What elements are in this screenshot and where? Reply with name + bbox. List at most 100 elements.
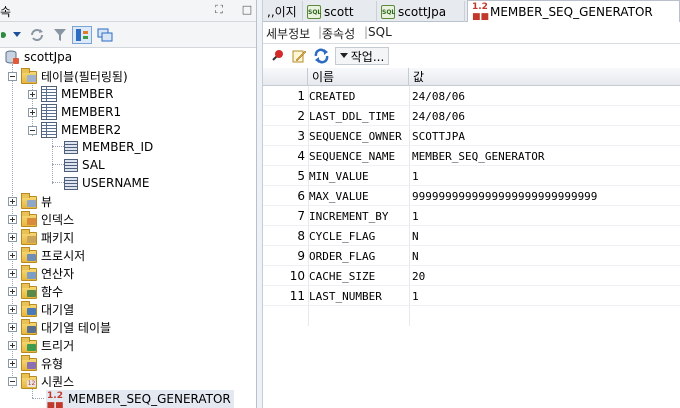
table-row[interactable]: 1 CREATED 24/08/06	[263, 86, 680, 106]
type-folder-icon	[21, 354, 37, 371]
expand-icon[interactable]	[28, 89, 37, 99]
table-row[interactable]: 2 LAST_DDL_TIME 24/08/06	[263, 106, 680, 126]
dropdown-arrow-icon	[339, 53, 348, 58]
table-row[interactable]: 9 ORDER_FLAG N	[263, 246, 680, 266]
table-row[interactable]: 8 CYCLE_FLAG N	[263, 226, 680, 246]
tree-folder-operators[interactable]: 연산자	[8, 264, 74, 282]
tab-previous[interactable]: ,,이지	[263, 1, 303, 22]
schema-browser-icon[interactable]	[72, 26, 92, 44]
function-folder-icon	[21, 282, 37, 299]
tab-member-seq-generator[interactable]: 1.2 ■■ MEMBER_SEQ_GENERATOR	[467, 0, 680, 23]
refresh-icon[interactable]	[28, 26, 46, 44]
property-name: MAX_VALUE	[309, 190, 369, 203]
tab-label: scott	[324, 4, 354, 19]
expand-icon[interactable]	[8, 268, 17, 278]
expand-icon[interactable]	[8, 286, 17, 296]
property-value[interactable]: SCOTTJPA	[412, 130, 465, 143]
property-value[interactable]: N	[412, 250, 419, 263]
tree-table-member2[interactable]: MEMBER2	[28, 121, 121, 139]
folder-label: 대기열	[41, 302, 75, 317]
grid-header-value[interactable]: 값	[409, 68, 680, 86]
subtab-details[interactable]: 세부정보	[266, 25, 310, 42]
column-label: SAL	[82, 158, 105, 172]
minimize-icon[interactable]: ⛶	[212, 3, 226, 17]
pin-icon[interactable]	[268, 47, 286, 65]
tab-scottjpa[interactable]: SQL scottJpa	[377, 1, 465, 22]
folder-label: 뷰	[41, 194, 53, 209]
refresh-icon[interactable]	[312, 47, 332, 65]
expand-icon[interactable]	[8, 358, 17, 368]
expand-icon[interactable]	[8, 250, 17, 260]
table-row[interactable]: 4 SEQUENCE_NAME MEMBER_SEQ_GENERATOR	[263, 146, 680, 166]
grid-header-name[interactable]: 이름	[308, 68, 409, 86]
restore-icon[interactable]: □	[240, 3, 254, 17]
tree-folder-indexes[interactable]: 인덱스	[8, 210, 74, 228]
tree-folder-types[interactable]: 유형	[8, 354, 63, 372]
table-row[interactable]: 3 SEQUENCE_OWNER SCOTTJPA	[263, 126, 680, 146]
collapse-icon[interactable]	[8, 376, 17, 386]
table-icon	[41, 122, 57, 138]
property-value[interactable]: 24/08/06	[412, 110, 465, 123]
expand-icon[interactable]	[8, 232, 17, 242]
tree-folder-triggers[interactable]: 트리거	[8, 336, 74, 354]
property-value[interactable]: 20	[412, 270, 425, 283]
property-value[interactable]: N	[412, 230, 419, 243]
tree-column[interactable]: USERNAME	[60, 174, 149, 192]
property-value[interactable]: 24/08/06	[412, 90, 465, 103]
sequence-icon: 1.2 ■■	[46, 391, 64, 408]
tree-folder-functions[interactable]: 함수	[8, 282, 63, 300]
tree-folder-procedures[interactable]: 프로시저	[8, 246, 85, 264]
tree-column[interactable]: SAL	[60, 156, 105, 174]
collapse-icon[interactable]	[28, 125, 37, 135]
table-row[interactable]: 7 INCREMENT_BY 1	[263, 206, 680, 226]
filter-icon[interactable]	[51, 26, 69, 44]
expand-icon[interactable]	[8, 340, 17, 350]
tree-column[interactable]: MEMBER_ID	[60, 138, 153, 156]
tree-folder-views[interactable]: 뷰	[8, 192, 52, 210]
new-connection-icon[interactable]	[0, 26, 10, 44]
expand-icon[interactable]	[8, 214, 17, 224]
tree-folder-queue-tables[interactable]: 대기열 테이블	[8, 318, 111, 336]
tab-scott[interactable]: SQL scott	[303, 1, 377, 22]
table-row[interactable]: 10 CACHE_SIZE 20	[263, 266, 680, 286]
tree-folder-queues[interactable]: 대기열	[8, 300, 74, 318]
property-value[interactable]: 1	[412, 170, 419, 183]
property-value[interactable]: 1	[412, 290, 419, 303]
edit-icon[interactable]	[290, 47, 308, 65]
folder-label: 패키지	[41, 230, 75, 245]
tree-folder-packages[interactable]: 패키지	[8, 228, 74, 246]
tree-folder-tables[interactable]: 테이블(필터링됨)	[8, 67, 128, 85]
tree-table-member[interactable]: MEMBER	[28, 85, 113, 103]
tree-connection[interactable]: scottJpa	[4, 48, 72, 66]
expand-icon[interactable]	[8, 322, 17, 332]
subtab-dependencies[interactable]: 종속성	[322, 25, 355, 42]
property-name: SEQUENCE_NAME	[309, 150, 396, 163]
subtab-sql[interactable]: SQL	[368, 25, 392, 39]
connections-tree: scottJpa 테이블(필터링됨) MEMBER MEMBER1 MEMBER…	[0, 48, 256, 408]
property-value[interactable]: 9999999999999999999999999999	[412, 190, 597, 203]
expand-icon[interactable]	[28, 107, 37, 117]
folder-label: 인덱스	[41, 212, 75, 227]
tree-sequence-item[interactable]: 1.2 ■■ MEMBER_SEQ_GENERATOR	[46, 390, 234, 408]
property-value[interactable]: MEMBER_SEQ_GENERATOR	[412, 150, 544, 163]
property-name: CYCLE_FLAG	[309, 230, 376, 243]
row-number: 1	[297, 89, 305, 103]
tree-folder-sequences[interactable]: 12 시퀀스	[8, 372, 74, 390]
queue-folder-icon	[21, 300, 37, 317]
tree-table-member1[interactable]: MEMBER1	[28, 103, 121, 121]
table-row[interactable]: 6 MAX_VALUE 9999999999999999999999999999	[263, 186, 680, 206]
table-row[interactable]: 5 MIN_VALUE 1	[263, 166, 680, 186]
folder-label: 함수	[41, 284, 64, 299]
collapse-icon[interactable]	[8, 71, 17, 81]
trigger-folder-icon	[21, 336, 37, 353]
editor-panel: ,,이지 SQL scott SQL scottJpa 1.2 ■■ MEMBER…	[263, 0, 680, 408]
sequence-folder-icon: 12	[21, 372, 37, 389]
actions-dropdown[interactable]: 작업...	[335, 47, 389, 65]
table-row[interactable]: 11 LAST_NUMBER 1	[263, 286, 680, 306]
window-icon[interactable]	[96, 26, 114, 44]
connections-panel: 속 ⛶ □ scottJpa 테이블(필터링됨) MEMBER MEMBER1 …	[0, 0, 257, 408]
property-value[interactable]: 1	[412, 210, 419, 223]
expand-icon[interactable]	[8, 304, 17, 314]
dropdown-arrow-icon[interactable]	[12, 26, 22, 44]
expand-icon[interactable]	[8, 196, 17, 206]
